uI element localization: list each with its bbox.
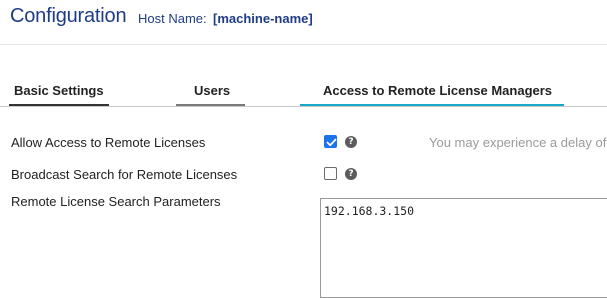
host-name-value: [machine-name] <box>213 11 313 26</box>
tab-bar: Basic Settings Users Access to Remote Li… <box>0 80 607 107</box>
allow-access-label: Allow Access to Remote Licenses <box>11 135 206 150</box>
host-name-label: Host Name: <box>138 11 207 26</box>
tab-label: Users <box>194 83 231 98</box>
tab-remote-license-managers[interactable]: Access to Remote License Managers <box>300 80 564 106</box>
question-circle-icon[interactable]: ? <box>345 168 357 180</box>
checkmark-icon <box>326 138 337 147</box>
page-title: Configuration <box>10 5 127 27</box>
broadcast-search-label: Broadcast Search for Remote Licenses <box>11 167 238 182</box>
tab-users[interactable]: Users <box>176 80 245 106</box>
tab-label: Access to Remote License Managers <box>323 83 553 98</box>
question-circle-icon[interactable]: ? <box>345 136 357 148</box>
allow-access-checkbox[interactable] <box>324 135 337 148</box>
search-params-label: Remote License Search Parameters <box>11 194 221 209</box>
tab-label: Basic Settings <box>14 83 104 98</box>
search-params-textarea[interactable]: 192.168.3.150 <box>320 198 607 298</box>
tab-basic-settings[interactable]: Basic Settings <box>9 80 109 106</box>
broadcast-search-checkbox[interactable] <box>324 167 337 180</box>
page-header: Configuration Host Name: [machine-name] <box>0 0 607 45</box>
delay-notice: You may experience a delay of <box>429 135 607 150</box>
